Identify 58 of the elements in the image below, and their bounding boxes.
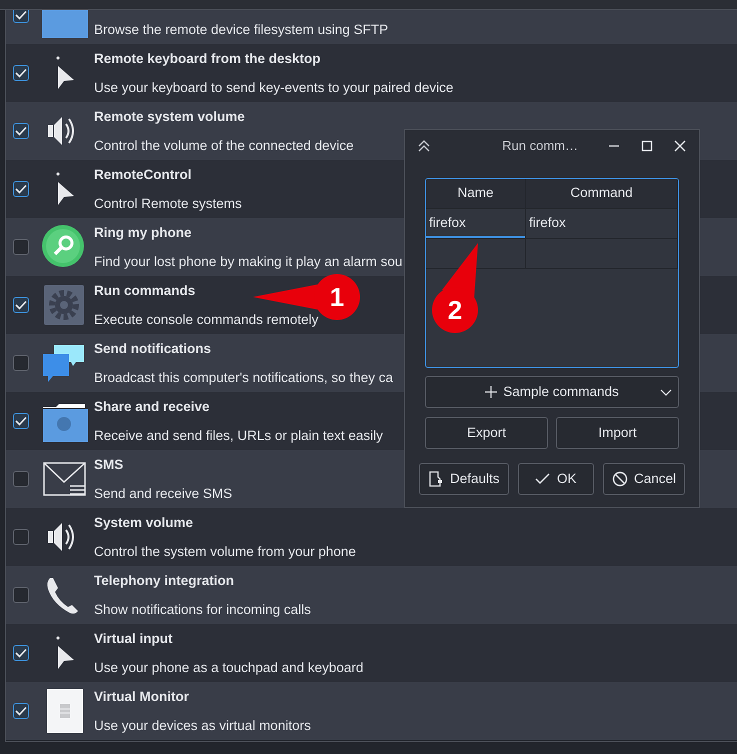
table-cell[interactable]: firefox bbox=[426, 209, 526, 238]
plugin-checkbox[interactable] bbox=[13, 65, 29, 81]
plugin-title: Send notifications bbox=[94, 341, 212, 357]
cancel-button[interactable]: Cancel bbox=[602, 463, 685, 495]
plugin-title: RemoteControl bbox=[94, 167, 192, 183]
plugin-description: Control Remote systems bbox=[94, 196, 242, 212]
window-title: Run comm… bbox=[502, 137, 578, 156]
table-cell[interactable]: firefox bbox=[526, 209, 678, 238]
collapse-icon[interactable] bbox=[417, 140, 431, 152]
pointer-icon bbox=[56, 56, 74, 90]
defaults-button[interactable]: Defaults bbox=[419, 463, 509, 495]
plugin-checkbox[interactable] bbox=[13, 181, 29, 197]
maximize-icon[interactable] bbox=[641, 140, 653, 152]
pointer-icon bbox=[56, 636, 74, 670]
plugin-description: Execute console commands remotely bbox=[94, 312, 318, 328]
cancel-icon bbox=[612, 471, 628, 487]
plugin-title: Remote system volume bbox=[94, 109, 246, 125]
plugin-checkbox[interactable] bbox=[13, 703, 29, 719]
plugin-title: Telephony integration bbox=[94, 573, 236, 589]
column-header: Command bbox=[526, 179, 678, 208]
plugin-checkbox[interactable] bbox=[13, 413, 29, 429]
dialog-button[interactable]: Export bbox=[425, 417, 548, 449]
plugin-description: Use your devices as virtual monitors bbox=[94, 718, 311, 734]
plugin-title: Virtual input bbox=[94, 631, 174, 647]
plugin-checkbox[interactable] bbox=[13, 587, 29, 603]
plugin-checkbox[interactable] bbox=[13, 355, 29, 371]
column-header: Name bbox=[426, 179, 526, 208]
plugin-checkbox[interactable] bbox=[13, 471, 29, 487]
plugin-description: Receive and send files, URLs or plain text easily bbox=[94, 428, 383, 444]
plugin-description: Browse the remote device filesystem using SFTP bbox=[94, 22, 388, 38]
plugin-checkbox[interactable] bbox=[13, 297, 29, 313]
close-icon[interactable] bbox=[674, 140, 686, 152]
ok-button[interactable]: OK bbox=[518, 463, 594, 495]
sample-commands-button[interactable]: Sample commands bbox=[425, 376, 679, 408]
plugin-checkbox[interactable] bbox=[13, 10, 29, 23]
plugin-description: Control the system volume from your phone bbox=[94, 544, 356, 560]
plugin-title: Share and receive bbox=[94, 399, 211, 415]
plugin-description: Send and receive SMS bbox=[94, 486, 232, 502]
plugin-title: Virtual Monitor bbox=[94, 689, 190, 705]
defaults-icon bbox=[428, 471, 444, 487]
plugin-description: Show notifications for incoming calls bbox=[94, 602, 311, 618]
plugin-checkbox[interactable] bbox=[13, 239, 29, 255]
plugin-title: SMS bbox=[94, 457, 124, 473]
plugin-title: System volume bbox=[94, 515, 194, 531]
pointer-icon bbox=[56, 172, 74, 206]
plugin-checkbox[interactable] bbox=[13, 645, 29, 661]
plugin-checkbox[interactable] bbox=[13, 529, 29, 545]
dialog-button[interactable]: Import bbox=[556, 417, 679, 449]
plugin-description: Find your lost phone by making it play an alarm sou bbox=[94, 254, 402, 270]
plugin-description: Use your phone as a touchpad and keyboard bbox=[94, 660, 364, 676]
plugin-title: Ring my phone bbox=[94, 225, 192, 241]
plugin-description: Control the volume of the connected device bbox=[94, 138, 354, 154]
plugin-checkbox[interactable] bbox=[13, 123, 29, 139]
plugin-title: Remote keyboard from the desktop bbox=[94, 51, 322, 67]
plus-icon bbox=[485, 386, 498, 398]
plugin-description: Use your keyboard to send key-events to your paired device bbox=[94, 80, 454, 96]
plugin-title: Run commands bbox=[94, 283, 196, 299]
plugin-description: Broadcast this computer's notifications, so they ca bbox=[94, 370, 393, 386]
